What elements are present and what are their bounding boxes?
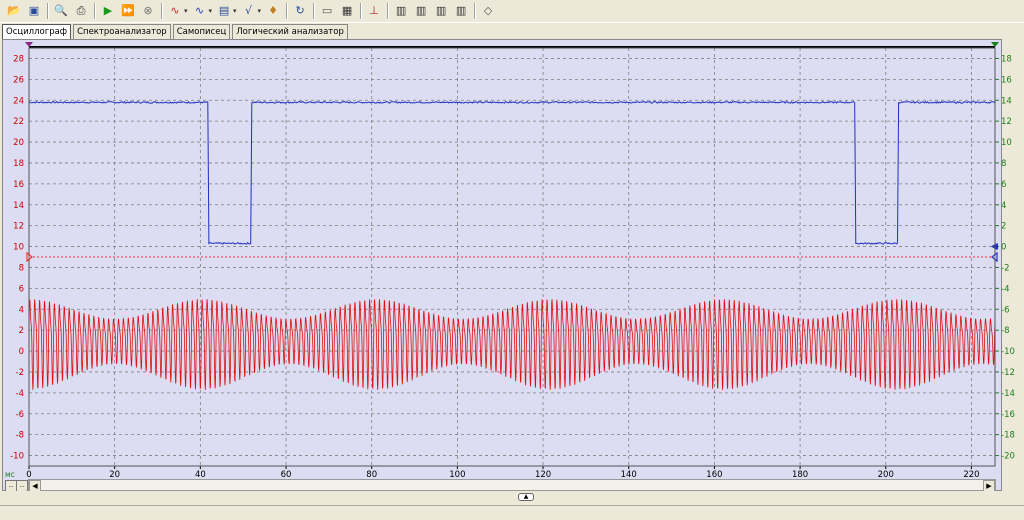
y-right-tick-label: -16 [1001, 410, 1015, 420]
horizontal-scrollbar[interactable]: ◀ ▶ [28, 479, 996, 492]
y-right-tick-label: -6 [1001, 305, 1009, 315]
y-right-tick-label: -18 [1001, 431, 1015, 441]
y-right-tick-label: 8 [1001, 159, 1006, 169]
y-right-tick-label: 16 [1001, 75, 1012, 85]
y-right-tick-label: -14 [1001, 389, 1015, 399]
collapse-panel-button[interactable]: ▲ [518, 493, 534, 501]
y-right-tick-label: 14 [1001, 96, 1012, 106]
y-left-tick-label: 26 [13, 75, 24, 85]
y-right-tick-label: 12 [1001, 117, 1012, 127]
y-right-tick-label: 4 [1001, 201, 1006, 211]
y-left-tick-label: -6 [16, 410, 24, 420]
y-left-tick-label: 20 [13, 138, 24, 148]
y-right-tick-label: -4 [1001, 284, 1009, 294]
x-axis-unit-label: мс [5, 470, 15, 479]
y-left-tick-label: 0 [19, 347, 24, 357]
y-right-tick-label: 0 [1001, 243, 1006, 253]
y-left-tick-label: -4 [16, 389, 24, 399]
y-right-tick-label: -20 [1001, 452, 1015, 462]
y-right-tick-label: -2 [1001, 263, 1009, 273]
status-bar [0, 505, 1024, 520]
y-right-tick-label: 2 [1001, 222, 1006, 232]
y-left-tick-label: 10 [13, 243, 24, 253]
oscilloscope-plot[interactable]: 0 20 40 60 80 100 120 140 160 180 200 2202826242220… [0, 0, 1024, 519]
y-left-tick-label: 2 [19, 326, 24, 336]
y-left-tick-label: 8 [19, 263, 24, 273]
y-left-tick-label: 16 [13, 180, 24, 190]
y-right-tick-label: 6 [1001, 180, 1006, 190]
panel-splitter[interactable] [0, 491, 1024, 501]
y-left-tick-label: -2 [16, 368, 24, 378]
channel-b-zero-marker-tab [996, 243, 998, 250]
y-left-tick-label: -10 [10, 452, 24, 462]
y-right-tick-label: -8 [1001, 326, 1009, 336]
y-right-tick-label: 10 [1001, 138, 1012, 148]
y-left-tick-label: -8 [16, 431, 24, 441]
y-left-tick-label: 24 [13, 96, 24, 106]
y-right-tick-label: -12 [1001, 368, 1015, 378]
y-right-tick-label: 18 [1001, 54, 1012, 64]
y-left-tick-label: 28 [13, 54, 24, 64]
y-left-tick-label: 6 [19, 284, 24, 294]
y-right-tick-label: -10 [1001, 347, 1015, 357]
y-left-tick-label: 4 [19, 305, 24, 315]
y-left-tick-label: 18 [13, 159, 24, 169]
y-left-tick-label: 22 [13, 117, 24, 127]
y-left-tick-label: 14 [13, 201, 24, 211]
y-left-tick-label: 12 [13, 222, 24, 232]
